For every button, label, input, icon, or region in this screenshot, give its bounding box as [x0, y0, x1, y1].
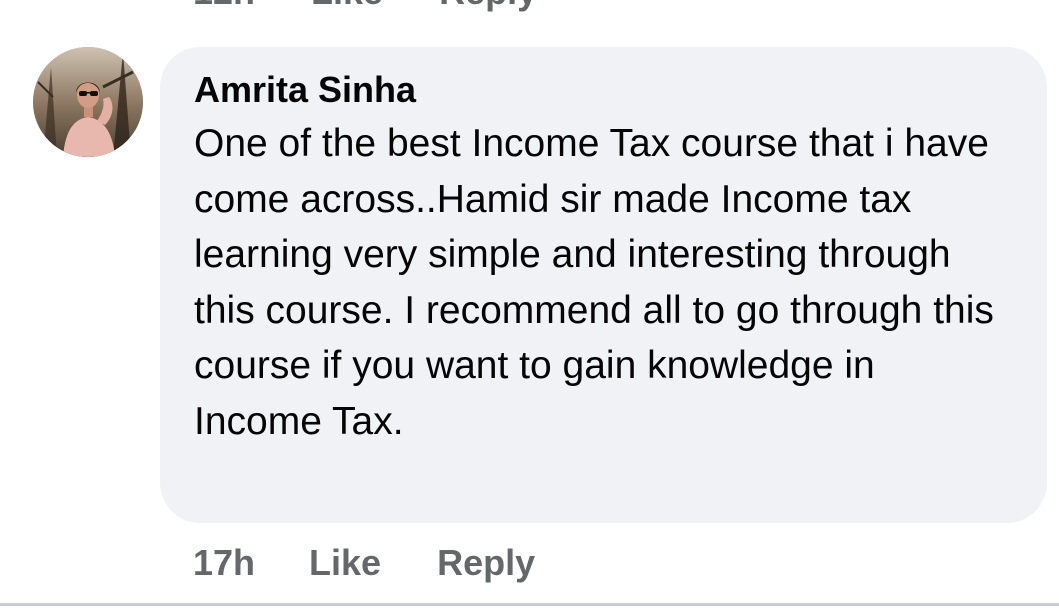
- previous-comment-reply-button[interactable]: Reply: [439, 0, 537, 12]
- like-button[interactable]: Like: [309, 541, 381, 585]
- profile-photo-icon: [33, 47, 143, 157]
- previous-comment-actions: 12h Like Reply: [193, 0, 537, 12]
- divider: [0, 603, 1059, 606]
- comment-author[interactable]: Amrita Sinha: [194, 69, 1013, 111]
- previous-comment-like-button[interactable]: Like: [311, 0, 383, 12]
- comment-text: One of the best Income Tax course that i…: [194, 122, 994, 443]
- reply-button[interactable]: Reply: [437, 541, 535, 585]
- comment-thread: 12h Like Reply: [0, 0, 1059, 613]
- previous-comment-time[interactable]: 12h: [193, 0, 255, 12]
- comment-bubble: Amrita Sinha One of the best Income Tax …: [160, 47, 1047, 523]
- comment-time[interactable]: 17h: [193, 541, 255, 585]
- avatar[interactable]: [33, 47, 143, 157]
- comment-actions: 17h Like Reply: [193, 541, 535, 585]
